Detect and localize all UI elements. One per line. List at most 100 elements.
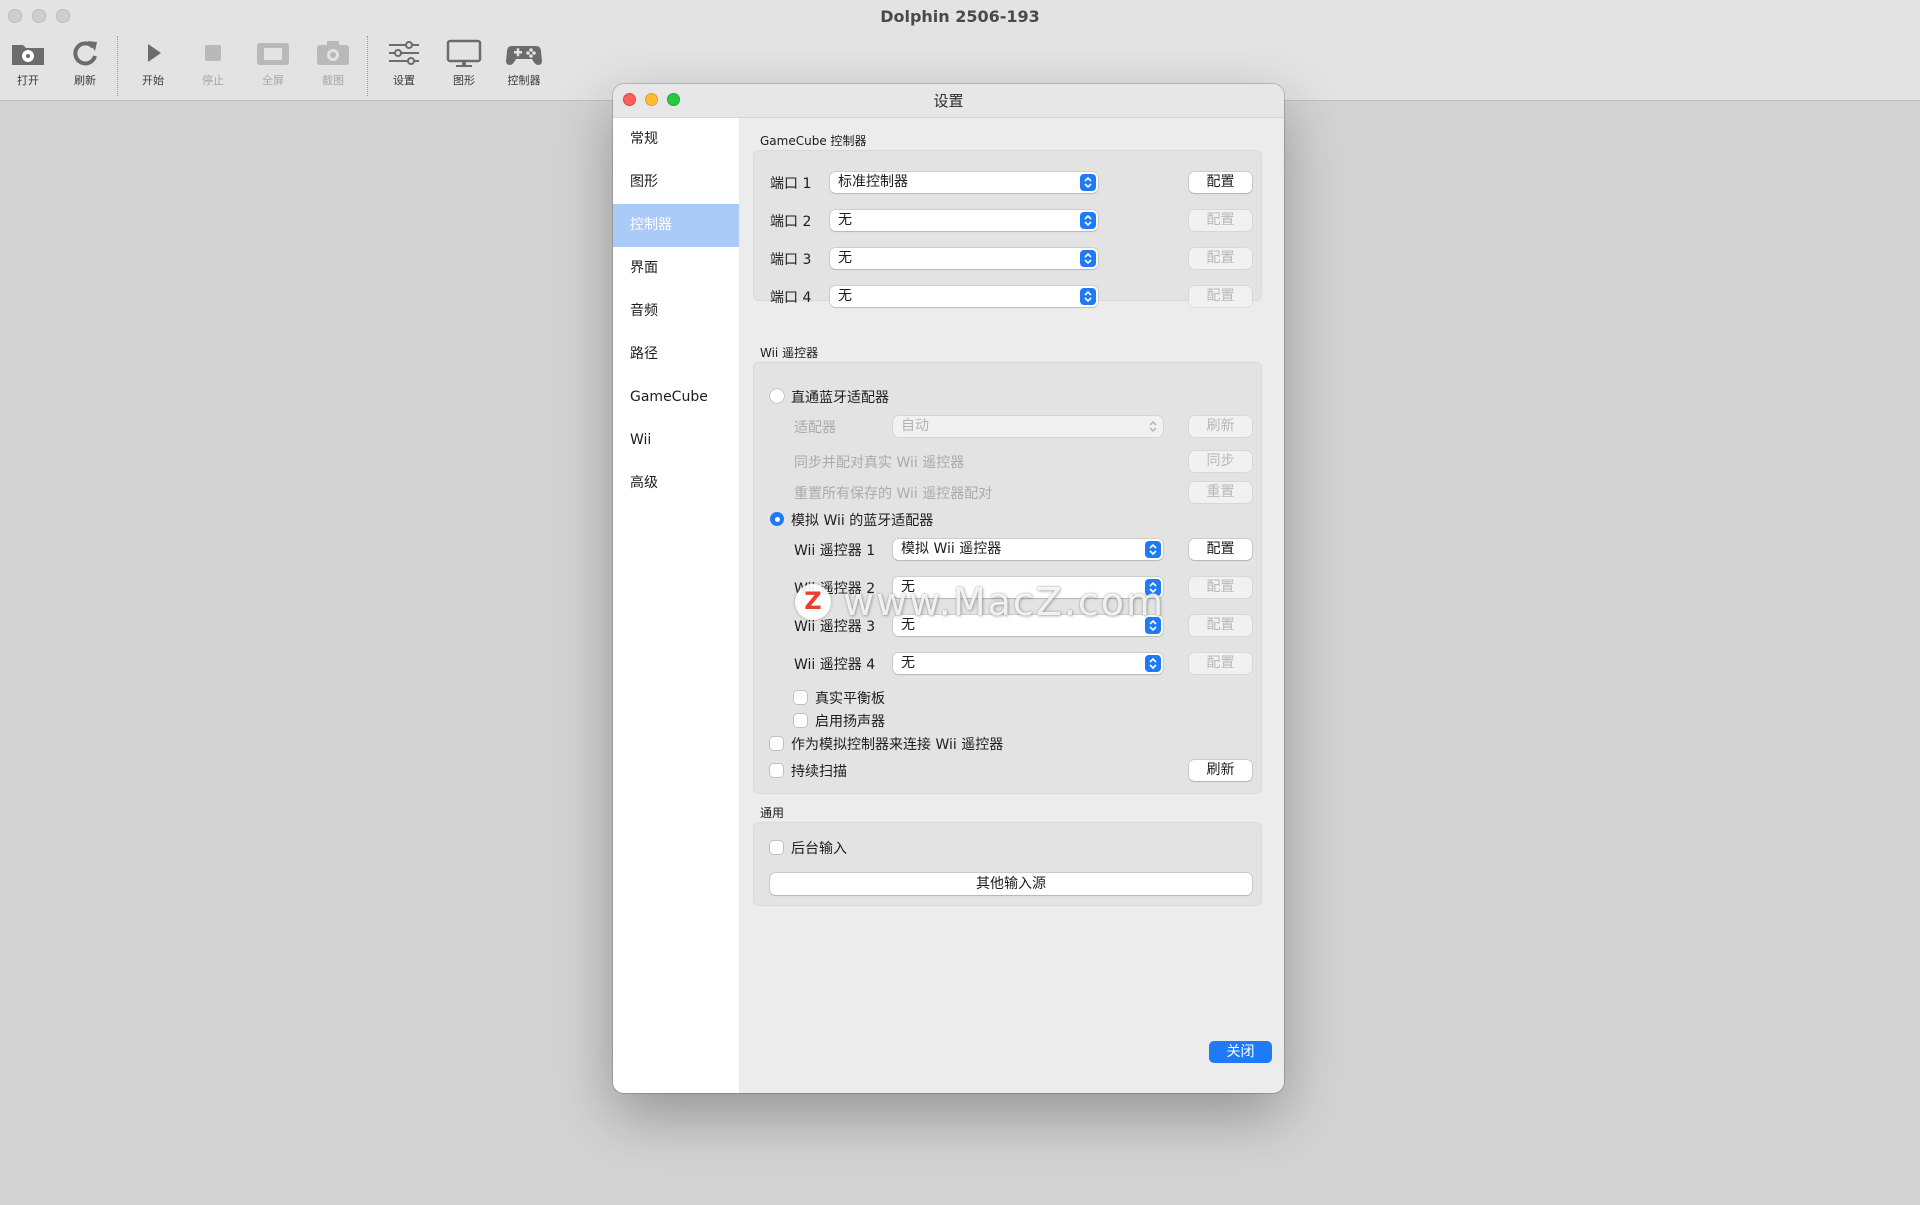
gamepad-icon xyxy=(506,46,542,65)
background-input-checkbox[interactable] xyxy=(770,841,783,854)
connect-as-emulated-checkbox[interactable] xyxy=(770,737,783,750)
port-1-configure-button[interactable]: 配置 xyxy=(1189,172,1252,193)
config-button[interactable]: 设置 xyxy=(374,38,434,98)
sidebar-item-graphics[interactable]: 图形 xyxy=(613,161,739,204)
controllers-label: 控制器 xyxy=(507,74,541,87)
port-2-value: 无 xyxy=(838,212,852,228)
adapter-label: 适配器 xyxy=(794,420,836,436)
play-button[interactable]: 开始 xyxy=(123,38,183,98)
adapter-select[interactable]: 自动 xyxy=(893,416,1163,437)
gamecube-group: 端口 1 标准控制器 配置 端口 2 无 配置 端口 3 无 配置 端口 4 无… xyxy=(753,150,1262,307)
wii-remote-4-configure-button[interactable]: 配置 xyxy=(1189,653,1252,674)
alternate-input-sources-button[interactable]: 其他输入源 xyxy=(770,873,1252,895)
play-label: 开始 xyxy=(142,74,164,87)
port-3-configure-button[interactable]: 配置 xyxy=(1189,248,1252,269)
graphics-label: 图形 xyxy=(453,74,475,87)
sync-label: 同步并配对真实 Wii 遥控器 xyxy=(794,455,965,471)
stepper-icon xyxy=(1080,250,1096,267)
continuous-scan-checkbox[interactable] xyxy=(770,764,783,777)
refresh-label: 刷新 xyxy=(74,74,96,87)
adapter-value: 自动 xyxy=(901,418,929,434)
adapter-refresh-button[interactable]: 刷新 xyxy=(1189,416,1252,437)
stop-icon xyxy=(205,45,221,61)
fullscreen-label: 全屏 xyxy=(262,74,284,87)
stepper-icon xyxy=(1145,541,1161,558)
sidebar-item-audio[interactable]: 音频 xyxy=(613,290,739,333)
toolbar-separator xyxy=(117,36,118,96)
port-3-value: 无 xyxy=(838,250,852,266)
port-4-value: 无 xyxy=(838,288,852,304)
dialog-titlebar: 设置 xyxy=(613,84,1284,118)
wii-remote-1-value: 模拟 Wii 遥控器 xyxy=(901,541,1002,557)
general-group: 后台输入 其他输入源 xyxy=(753,822,1262,906)
toolbar-separator xyxy=(367,36,368,96)
screenshot-label: 截图 xyxy=(322,74,344,87)
continuous-scan-refresh-button[interactable]: 刷新 xyxy=(1189,760,1252,781)
balance-board-label: 真实平衡板 xyxy=(815,691,885,707)
sidebar-item-wii[interactable]: Wii xyxy=(613,419,739,462)
open-button[interactable]: 打开 xyxy=(0,38,58,98)
sidebar-item-controllers[interactable]: 控制器 xyxy=(613,204,739,247)
wii-section-title: Wii 遥控器 xyxy=(760,346,819,360)
port-4-select[interactable]: 无 xyxy=(830,286,1098,307)
graphics-button[interactable]: 图形 xyxy=(434,38,494,98)
background-input-label: 后台输入 xyxy=(791,841,847,857)
close-button[interactable]: 关闭 xyxy=(1209,1041,1272,1063)
wii-remote-1-configure-button[interactable]: 配置 xyxy=(1189,539,1252,560)
stepper-icon xyxy=(1080,212,1096,229)
sidebar-item-general[interactable]: 常规 xyxy=(613,118,739,161)
play-icon xyxy=(148,44,161,62)
speaker-checkbox[interactable] xyxy=(794,714,807,727)
wii-remote-1-select[interactable]: 模拟 Wii 遥控器 xyxy=(893,539,1163,560)
reset-pairings-button[interactable]: 重置 xyxy=(1189,482,1252,503)
emulated-bluetooth-label: 模拟 Wii 的蓝牙适配器 xyxy=(791,513,934,529)
port-1-select[interactable]: 标准控制器 xyxy=(830,172,1098,193)
port-4-configure-button[interactable]: 配置 xyxy=(1189,286,1252,307)
port-2-select[interactable]: 无 xyxy=(830,210,1098,231)
reset-pairings-label: 重置所有保存的 Wii 遥控器配对 xyxy=(794,486,993,502)
monitor-icon xyxy=(446,39,482,67)
port-3-label: 端口 3 xyxy=(770,252,812,268)
stepper-icon xyxy=(1080,174,1096,191)
sliders-icon xyxy=(389,41,419,65)
config-label: 设置 xyxy=(393,74,415,87)
wii-remote-4-value: 无 xyxy=(901,655,915,671)
port-4-label: 端口 4 xyxy=(770,290,812,306)
camera-icon xyxy=(317,41,349,65)
speaker-label: 启用扬声器 xyxy=(815,714,885,730)
refresh-icon xyxy=(73,41,97,66)
balance-board-checkbox[interactable] xyxy=(794,691,807,704)
wii-remote-2-configure-button[interactable]: 配置 xyxy=(1189,577,1252,598)
port-1-label: 端口 1 xyxy=(770,176,812,192)
watermark-logo: Z xyxy=(795,584,831,620)
port-3-select[interactable]: 无 xyxy=(830,248,1098,269)
wii-remote-4-select[interactable]: 无 xyxy=(893,653,1163,674)
port-1-value: 标准控制器 xyxy=(838,174,908,190)
sync-button[interactable]: 同步 xyxy=(1189,451,1252,472)
stop-label: 停止 xyxy=(202,74,224,87)
stop-button[interactable]: 停止 xyxy=(183,38,243,98)
watermark-logo-letter: Z xyxy=(804,587,822,615)
port-2-configure-button[interactable]: 配置 xyxy=(1189,210,1252,231)
open-label: 打开 xyxy=(17,74,39,87)
sidebar-item-interface[interactable]: 界面 xyxy=(613,247,739,290)
general-section-title: 通用 xyxy=(760,806,785,820)
controllers-button[interactable]: 控制器 xyxy=(494,38,554,98)
wii-group: 直通蓝牙适配器 适配器 自动 刷新 同步并配对真实 Wii 遥控器 同步 重置所… xyxy=(753,362,1262,794)
stepper-icon xyxy=(1145,655,1161,672)
sidebar-item-advanced[interactable]: 高级 xyxy=(613,462,739,505)
emulated-bluetooth-radio[interactable] xyxy=(770,512,784,526)
fullscreen-button[interactable]: 全屏 xyxy=(243,38,303,98)
open-folder-icon xyxy=(12,45,44,65)
refresh-button[interactable]: 刷新 xyxy=(55,38,115,98)
port-2-label: 端口 2 xyxy=(770,214,812,230)
continuous-scan-label: 持续扫描 xyxy=(791,764,847,780)
sidebar-item-paths[interactable]: 路径 xyxy=(613,333,739,376)
fullscreen-icon xyxy=(257,43,289,65)
dialog-title: 设置 xyxy=(933,92,964,110)
sidebar-item-gamecube[interactable]: GameCube xyxy=(613,376,739,419)
passthrough-radio[interactable] xyxy=(770,389,784,403)
wii-remote-1-label: Wii 遥控器 1 xyxy=(794,543,876,559)
screenshot-button[interactable]: 截图 xyxy=(303,38,363,98)
wii-remote-3-configure-button[interactable]: 配置 xyxy=(1189,615,1252,636)
